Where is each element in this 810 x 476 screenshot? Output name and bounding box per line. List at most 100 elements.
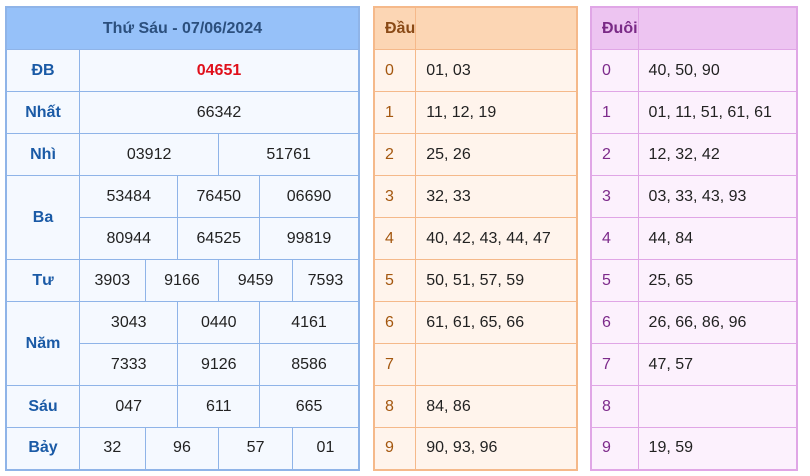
prize-bay-value: 32 bbox=[79, 427, 146, 470]
duoi-digit: 0 bbox=[590, 49, 639, 92]
duoi-digit: 7 bbox=[590, 343, 639, 386]
prize-sau-value: 665 bbox=[259, 385, 360, 428]
prize-ba-value: 64525 bbox=[177, 217, 261, 260]
duoi-digit: 3 bbox=[590, 175, 639, 218]
dau-row: 8 84, 86 bbox=[373, 385, 578, 428]
dau-row: 4 40, 42, 43, 44, 47 bbox=[373, 217, 578, 260]
duoi-values: 44, 84 bbox=[637, 217, 798, 260]
dau-row: 6 61, 61, 65, 66 bbox=[373, 301, 578, 344]
dau-digit: 8 bbox=[373, 385, 417, 428]
prize-nam-value: 0440 bbox=[177, 301, 261, 344]
duoi-values: 01, 11, 51, 61, 61 bbox=[637, 91, 798, 134]
prize-ba-value: 99819 bbox=[259, 217, 360, 260]
prize-ba-value: 76450 bbox=[177, 175, 261, 218]
duoi-digit: 6 bbox=[590, 301, 639, 344]
duoi-row: 4 44, 84 bbox=[590, 217, 798, 260]
duoi-row: 1 01, 11, 51, 61, 61 bbox=[590, 91, 798, 134]
results-table: Thứ Sáu - 07/06/2024 ĐB 04651 Nhất 66342… bbox=[5, 6, 360, 471]
prize-nam-value: 4161 bbox=[259, 301, 360, 344]
prize-ba-value: 80944 bbox=[78, 217, 179, 260]
duoi-table: Đuôi 0 40, 50, 90 1 01, 11, 51, 61, 61 2 12, … bbox=[590, 6, 798, 471]
results-title: Thứ Sáu - 07/06/2024 bbox=[5, 6, 360, 50]
duoi-title: Đuôi bbox=[590, 6, 639, 50]
prize-nhi-value: 03912 bbox=[78, 133, 220, 176]
prize-nhat-value: 66342 bbox=[79, 91, 360, 134]
duoi-digit: 5 bbox=[590, 259, 639, 302]
dau-values: 01, 03 bbox=[415, 49, 578, 92]
dau-values: 90, 93, 96 bbox=[415, 427, 578, 470]
prize-label-sau: Sáu bbox=[5, 385, 80, 428]
prize-label-nhi: Nhì bbox=[5, 133, 80, 176]
prize-tu-value: 3903 bbox=[79, 259, 146, 302]
duoi-values: 19, 59 bbox=[637, 427, 798, 470]
duoi-values: 40, 50, 90 bbox=[637, 49, 798, 92]
dau-digit: 9 bbox=[373, 427, 417, 470]
duoi-title-blank bbox=[637, 6, 798, 50]
prize-label-nhat: Nhất bbox=[5, 91, 80, 134]
duoi-row: 0 40, 50, 90 bbox=[590, 49, 798, 92]
dau-row: 2 25, 26 bbox=[373, 133, 578, 176]
prize-tu-value: 7593 bbox=[291, 259, 360, 302]
prize-bay-value: 57 bbox=[218, 427, 293, 470]
dau-digit: 7 bbox=[373, 343, 417, 386]
dau-row: 9 90, 93, 96 bbox=[373, 427, 578, 470]
dau-values: 11, 12, 19 bbox=[415, 91, 578, 134]
duoi-row: 2 12, 32, 42 bbox=[590, 133, 798, 176]
prize-tu-value: 9459 bbox=[218, 259, 293, 302]
dau-table: Đầu 0 01, 03 1 11, 12, 19 2 25, 26 3 32, 33 4 40,… bbox=[373, 6, 578, 471]
prize-nam-value: 3043 bbox=[78, 301, 179, 344]
dau-body: 0 01, 03 1 11, 12, 19 2 25, 26 3 32, 33 4 40, 42,… bbox=[373, 49, 578, 470]
prize-label-nam: Năm bbox=[5, 301, 80, 386]
duoi-row: 5 25, 65 bbox=[590, 259, 798, 302]
dau-values: 25, 26 bbox=[415, 133, 578, 176]
duoi-values: 26, 66, 86, 96 bbox=[637, 301, 798, 344]
duoi-digit: 9 bbox=[590, 427, 639, 470]
duoi-values bbox=[637, 385, 798, 428]
duoi-digit: 8 bbox=[590, 385, 639, 428]
duoi-values: 25, 65 bbox=[637, 259, 798, 302]
prize-ba-value: 53484 bbox=[78, 175, 179, 218]
duoi-values: 47, 57 bbox=[637, 343, 798, 386]
dau-values: 50, 51, 57, 59 bbox=[415, 259, 578, 302]
dau-digit: 4 bbox=[373, 217, 417, 260]
duoi-row: 3 03, 33, 43, 93 bbox=[590, 175, 798, 218]
dau-digit: 2 bbox=[373, 133, 417, 176]
prize-label-tu: Tư bbox=[5, 259, 80, 302]
prize-label-bay: Bảy bbox=[5, 427, 80, 470]
duoi-row: 7 47, 57 bbox=[590, 343, 798, 386]
duoi-row: 8 bbox=[590, 385, 798, 428]
prize-nam-value: 9126 bbox=[177, 343, 261, 386]
dau-digit: 5 bbox=[373, 259, 417, 302]
dau-digit: 6 bbox=[373, 301, 417, 344]
prize-bay-value: 96 bbox=[144, 427, 220, 470]
dau-row: 7 bbox=[373, 343, 578, 386]
dau-row: 1 11, 12, 19 bbox=[373, 91, 578, 134]
dau-row: 3 32, 33 bbox=[373, 175, 578, 218]
dau-values: 40, 42, 43, 44, 47 bbox=[415, 217, 578, 260]
dau-digit: 1 bbox=[373, 91, 417, 134]
dau-values bbox=[415, 343, 578, 386]
prize-nhi-value: 51761 bbox=[218, 133, 360, 176]
dau-values: 84, 86 bbox=[415, 385, 578, 428]
dau-row: 5 50, 51, 57, 59 bbox=[373, 259, 578, 302]
dau-values: 32, 33 bbox=[415, 175, 578, 218]
duoi-digit: 1 bbox=[590, 91, 639, 134]
prize-nam-value: 8586 bbox=[259, 343, 360, 386]
prize-db-value: 04651 bbox=[79, 49, 360, 92]
duoi-body: 0 40, 50, 90 1 01, 11, 51, 61, 61 2 12, 32, 4… bbox=[590, 49, 798, 470]
duoi-values: 03, 33, 43, 93 bbox=[637, 175, 798, 218]
prize-nam-value: 7333 bbox=[78, 343, 179, 386]
prize-ba-value: 06690 bbox=[259, 175, 360, 218]
duoi-digit: 4 bbox=[590, 217, 639, 260]
prize-label-ba: Ba bbox=[5, 175, 80, 260]
duoi-values: 12, 32, 42 bbox=[637, 133, 798, 176]
prize-bay-value: 01 bbox=[291, 427, 360, 470]
prize-sau-value: 047 bbox=[78, 385, 179, 428]
dau-digit: 3 bbox=[373, 175, 417, 218]
dau-title: Đầu bbox=[373, 6, 417, 50]
dau-digit: 0 bbox=[373, 49, 417, 92]
dau-values: 61, 61, 65, 66 bbox=[415, 301, 578, 344]
duoi-row: 9 19, 59 bbox=[590, 427, 798, 470]
prize-label-db: ĐB bbox=[5, 49, 80, 92]
dau-row: 0 01, 03 bbox=[373, 49, 578, 92]
